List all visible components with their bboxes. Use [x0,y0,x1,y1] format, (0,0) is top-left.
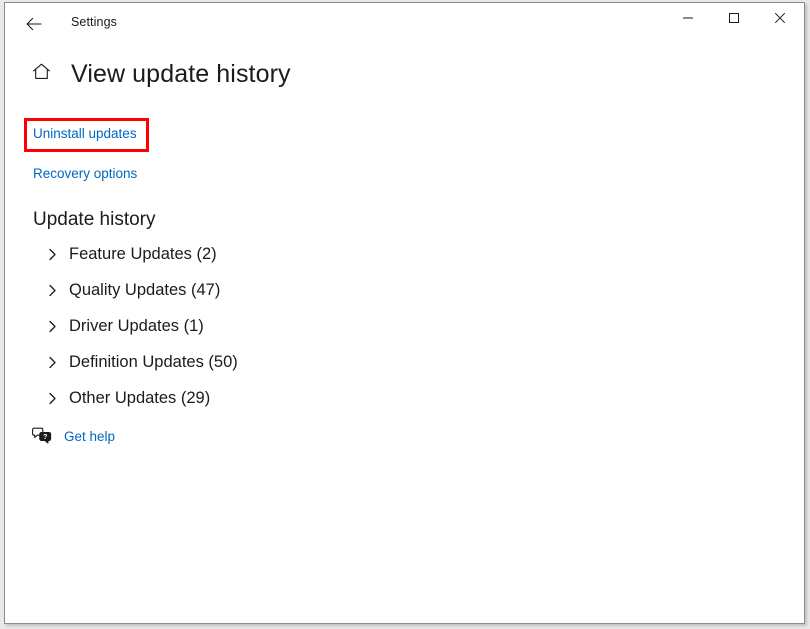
category-row-quality-updates[interactable]: Quality Updates (47) [5,272,804,308]
home-icon [31,61,52,87]
chevron-right-icon [43,389,61,407]
uninstall-updates-link[interactable]: Uninstall updates [33,126,137,141]
help-chat-icon: ? [30,424,54,448]
category-label: Quality Updates (47) [69,280,221,299]
page-title: View update history [71,59,291,88]
page-content: View update history Uninstall updates Re… [5,45,804,623]
recovery-options-link[interactable]: Recovery options [33,166,137,181]
update-category-list: Feature Updates (2) Quality Updates (47)… [5,236,804,416]
category-row-definition-updates[interactable]: Definition Updates (50) [5,344,804,380]
minimize-icon [682,12,694,27]
get-help-label: Get help [64,428,116,444]
maximize-button[interactable] [711,3,757,35]
page-header: View update history [5,59,291,89]
close-button[interactable] [757,3,803,35]
chevron-right-icon [43,353,61,371]
category-row-other-updates[interactable]: Other Updates (29) [5,380,804,416]
category-label: Other Updates (29) [69,388,211,407]
svg-text:?: ? [43,432,47,441]
chevron-right-icon [43,245,61,263]
update-history-heading: Update history [33,209,156,230]
title-bar: Settings [5,3,804,45]
category-label: Driver Updates (1) [69,316,204,335]
chevron-right-icon [43,281,61,299]
home-button[interactable] [26,59,56,89]
maximize-icon [728,12,740,27]
window-title: Settings [71,15,117,29]
category-label: Definition Updates (50) [69,352,238,371]
back-arrow-icon [25,15,43,33]
category-row-driver-updates[interactable]: Driver Updates (1) [5,308,804,344]
category-row-feature-updates[interactable]: Feature Updates (2) [5,236,804,272]
back-button[interactable] [18,8,50,40]
chevron-right-icon [43,317,61,335]
minimize-button[interactable] [665,3,711,35]
category-label: Feature Updates (2) [69,244,217,263]
close-icon [774,12,786,27]
settings-window: Settings View update history Uninstall u… [4,2,805,624]
get-help-link[interactable]: ? Get help [30,424,115,448]
